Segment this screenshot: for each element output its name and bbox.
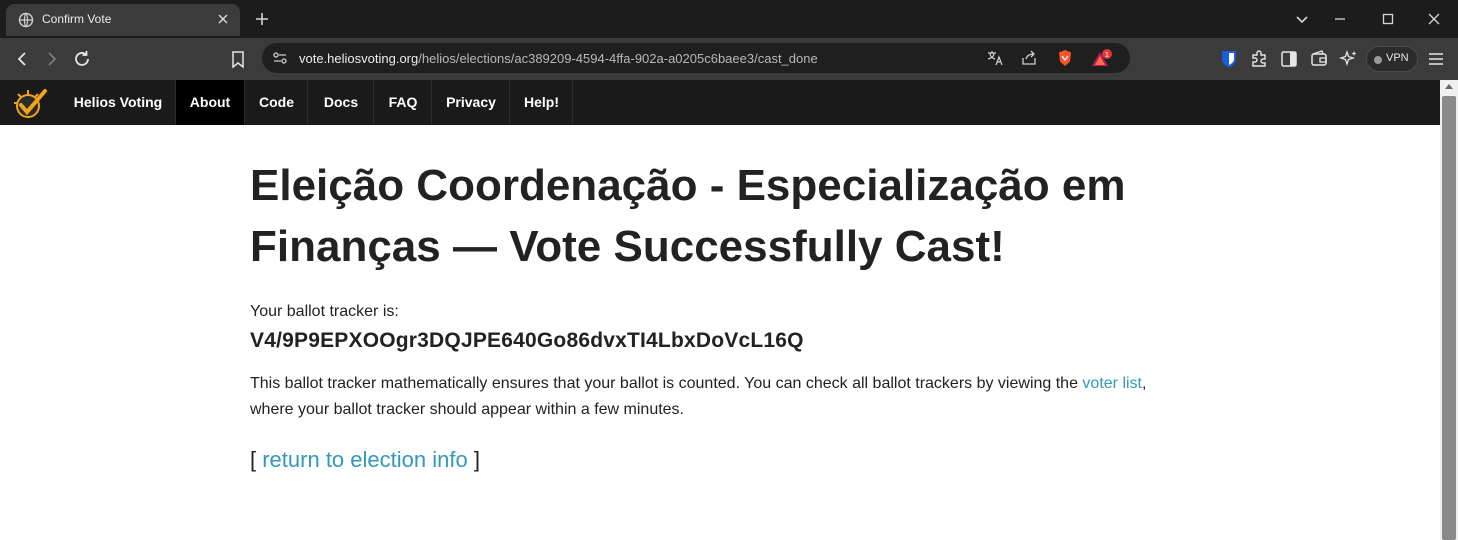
voter-list-link[interactable]: voter list bbox=[1082, 375, 1142, 392]
nav-about[interactable]: About bbox=[175, 80, 245, 125]
tab-confirm-vote[interactable]: Confirm Vote bbox=[6, 4, 240, 36]
tracker-explanation: This ballot tracker mathematically ensur… bbox=[250, 371, 1170, 423]
menu-hamburger-icon[interactable] bbox=[1425, 48, 1447, 70]
return-bracket-close: ] bbox=[467, 447, 480, 472]
forward-arrow-icon[interactable] bbox=[41, 48, 63, 70]
helios-logo-icon[interactable] bbox=[12, 86, 48, 120]
tab-search-chevron-icon[interactable] bbox=[1292, 9, 1312, 29]
browser-toolbar: vote.heliosvoting.org/helios/elections/a… bbox=[0, 38, 1458, 80]
return-to-election-link[interactable]: return to election info bbox=[262, 447, 467, 472]
vpn-status-dot bbox=[1374, 56, 1382, 64]
bitwarden-extension-icon[interactable] bbox=[1218, 48, 1240, 70]
close-tab-icon[interactable] bbox=[214, 10, 232, 28]
url-text[interactable]: vote.heliosvoting.org/helios/elections/a… bbox=[299, 51, 818, 66]
url-path: /helios/elections/ac389209-4594-4ffa-902… bbox=[418, 51, 818, 66]
share-icon[interactable] bbox=[1020, 49, 1038, 67]
page-title: Eleição Coordenação - Especialização em … bbox=[250, 155, 1150, 277]
translate-icon[interactable] bbox=[986, 49, 1004, 67]
return-link-wrapper: [ return to election info ] bbox=[250, 447, 1260, 473]
ballot-tracker-value: V4/9P9EPXOOgr3DQJPE640Go86dvxTI4LbxDoVcL… bbox=[250, 329, 804, 352]
main-content: Eleição Coordenação - Especialização em … bbox=[250, 155, 1260, 473]
address-bar[interactable]: vote.heliosvoting.org/helios/elections/a… bbox=[262, 43, 1130, 73]
globe-icon bbox=[18, 12, 34, 28]
return-bracket-open: [ bbox=[250, 447, 263, 472]
extensions-puzzle-icon[interactable] bbox=[1248, 48, 1270, 70]
wallet-icon[interactable] bbox=[1308, 48, 1330, 70]
brand-link[interactable]: Helios Voting bbox=[62, 80, 174, 125]
site-settings-icon[interactable] bbox=[271, 49, 289, 67]
sidebar-toggle-icon[interactable] bbox=[1278, 48, 1300, 70]
rewards-badge-count: 1 bbox=[1105, 51, 1109, 59]
new-tab-icon[interactable] bbox=[252, 9, 272, 29]
window-close-icon[interactable] bbox=[1424, 9, 1444, 29]
brave-shields-icon[interactable] bbox=[1056, 49, 1074, 67]
nav-help[interactable]: Help! bbox=[511, 80, 573, 125]
bookmark-icon[interactable] bbox=[227, 48, 249, 70]
leo-ai-icon[interactable] bbox=[1338, 48, 1360, 70]
tab-title: Confirm Vote bbox=[42, 12, 112, 26]
scroll-up-arrow-icon[interactable] bbox=[1445, 84, 1453, 89]
ballot-tracker-label: Your ballot tracker is: bbox=[250, 303, 399, 320]
explanation-text-start: This ballot tracker mathematically ensur… bbox=[250, 375, 1083, 392]
url-host: vote.heliosvoting.org bbox=[299, 51, 419, 66]
nav-privacy[interactable]: Privacy bbox=[433, 80, 510, 125]
vpn-label: VPN bbox=[1386, 52, 1409, 64]
title-line-2: Finanças — Vote Successfully Cast! bbox=[250, 222, 1005, 271]
maximize-icon[interactable] bbox=[1378, 9, 1398, 29]
back-arrow-icon[interactable] bbox=[11, 48, 33, 70]
nav-code[interactable]: Code bbox=[246, 80, 308, 125]
minimize-icon[interactable] bbox=[1330, 9, 1350, 29]
tab-strip: Confirm Vote bbox=[0, 0, 1458, 38]
vpn-button[interactable]: VPN bbox=[1366, 46, 1418, 72]
scrollbar-thumb[interactable] bbox=[1442, 96, 1456, 540]
nav-faq[interactable]: FAQ bbox=[375, 80, 432, 125]
nav-docs[interactable]: Docs bbox=[309, 80, 374, 125]
site-navbar: Helios Voting About Code Docs FAQ Privac… bbox=[0, 80, 1440, 125]
reload-icon[interactable] bbox=[71, 48, 93, 70]
title-line-1: Eleição Coordenação - Especialização em bbox=[250, 161, 1126, 210]
brave-rewards-icon[interactable]: 1 bbox=[1091, 49, 1112, 67]
